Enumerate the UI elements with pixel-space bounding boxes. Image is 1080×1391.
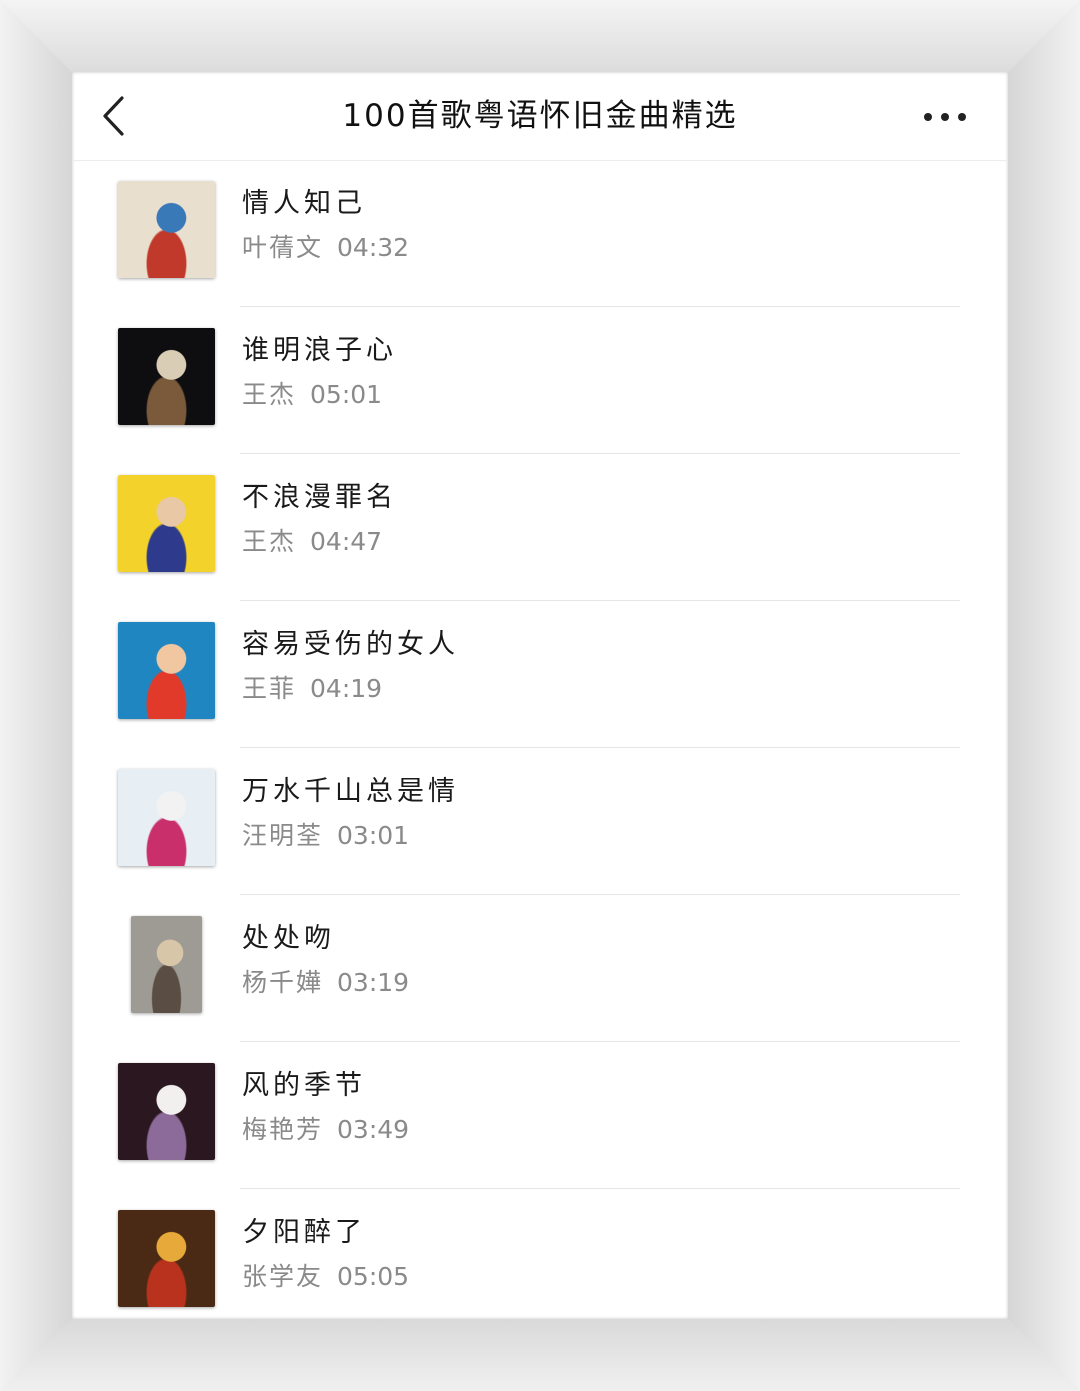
album-cover-image <box>118 475 215 572</box>
song-list-item[interactable]: 情人知己叶蒨文 04:32 <box>72 160 1008 307</box>
song-title: 风的季节 <box>242 1070 366 1101</box>
song-artist: 王杰 <box>242 527 297 556</box>
song-info: 谁明浪子心王杰 05:01 <box>242 329 968 417</box>
frame-border-left <box>0 0 72 1391</box>
more-dots-icon <box>924 113 932 121</box>
song-title: 容易受伤的女人 <box>242 629 459 660</box>
song-duration: 04:32 <box>337 233 410 262</box>
song-title: 谁明浪子心 <box>242 335 397 366</box>
song-artist: 王菲 <box>242 674 297 703</box>
phone-screen: 100首歌粤语怀旧金曲精选 情人知己叶蒨文 04:32 谁明浪子心王杰 05:01 不浪… <box>72 72 1008 1319</box>
page-title: 100首歌粤语怀旧金曲精选 <box>342 98 738 134</box>
more-options-button[interactable] <box>918 98 974 134</box>
song-meta: 张学友 05:05 <box>242 1255 968 1299</box>
song-meta: 叶蒨文 04:32 <box>242 226 968 270</box>
song-meta: 王杰 05:01 <box>242 373 968 417</box>
song-duration: 04:47 <box>310 527 383 556</box>
song-info: 不浪漫罪名王杰 04:47 <box>242 476 968 564</box>
song-info: 处处吻杨千嬅 03:19 <box>242 917 968 1005</box>
album-cover-image <box>118 622 215 719</box>
song-artist: 梅艳芳 <box>242 1115 324 1144</box>
song-list-item[interactable]: 谁明浪子心王杰 05:01 <box>72 307 1008 454</box>
song-list-item[interactable]: 处处吻杨千嬅 03:19 <box>72 895 1008 1042</box>
song-duration: 03:19 <box>337 968 410 997</box>
frame-border-right <box>1008 0 1080 1391</box>
frame-border-top <box>0 0 1080 72</box>
album-cover-image <box>118 1063 215 1160</box>
song-artist: 杨千嬅 <box>242 968 324 997</box>
song-title: 夕阳醉了 <box>242 1217 366 1248</box>
song-artist: 汪明荃 <box>242 821 324 850</box>
album-cover-image <box>118 1210 215 1307</box>
song-list-item[interactable]: 风的季节梅艳芳 03:49 <box>72 1042 1008 1189</box>
song-info: 风的季节梅艳芳 03:49 <box>242 1064 968 1152</box>
song-list: 情人知己 叶蒨文 04:32 谁明浪子心 王杰 05:01 不浪漫罪名 王杰 04:47 容易受伤… <box>72 160 1008 1319</box>
song-title: 万水千山总是情 <box>242 776 459 807</box>
song-artist: 叶蒨文 <box>242 233 324 262</box>
chevron-left-icon <box>103 96 124 136</box>
song-list-item[interactable]: 容易受伤的女人 王菲 04:19 <box>72 601 1008 748</box>
album-cover-image <box>118 769 215 866</box>
song-title: 不浪漫罪名 <box>242 482 397 513</box>
song-info: 容易受伤的女人 王菲 04:19 <box>242 623 968 711</box>
song-meta: 汪明荃 03:01 <box>242 814 968 858</box>
album-cover-image <box>131 916 202 1013</box>
song-duration: 05:05 <box>337 1262 410 1291</box>
song-duration: 03:49 <box>337 1115 410 1144</box>
song-duration: 03:01 <box>337 821 410 850</box>
song-meta: 王菲 04:19 <box>242 667 968 711</box>
song-artist: 张学友 <box>242 1262 324 1291</box>
song-info: 夕阳醉了张学友 05:05 <box>242 1211 968 1299</box>
song-meta: 梅艳芳 03:49 <box>242 1108 968 1152</box>
song-list-item[interactable]: 夕阳醉了张学友 05:05 <box>72 1189 1008 1319</box>
album-cover-image <box>118 328 215 425</box>
song-list-item[interactable]: 不浪漫罪名王杰 04:47 <box>72 454 1008 601</box>
song-meta: 王杰 04:47 <box>242 520 968 564</box>
song-duration: 04:19 <box>310 674 383 703</box>
back-button[interactable] <box>94 92 142 140</box>
song-meta: 杨千嬅 03:19 <box>242 961 968 1005</box>
song-duration: 05:01 <box>310 380 383 409</box>
song-info: 万水千山总是情 汪明荃 03:01 <box>242 770 968 858</box>
song-list-item[interactable]: 万水千山总是情 汪明荃 03:01 <box>72 748 1008 895</box>
song-title: 情人知己 <box>242 188 366 219</box>
song-artist: 王杰 <box>242 380 297 409</box>
song-info: 情人知己叶蒨文 04:32 <box>242 182 968 270</box>
song-title: 处处吻 <box>242 923 335 954</box>
nav-header: 100首歌粤语怀旧金曲精选 <box>72 72 1008 161</box>
frame-border-bottom <box>0 1319 1080 1391</box>
album-cover-image <box>118 181 215 278</box>
